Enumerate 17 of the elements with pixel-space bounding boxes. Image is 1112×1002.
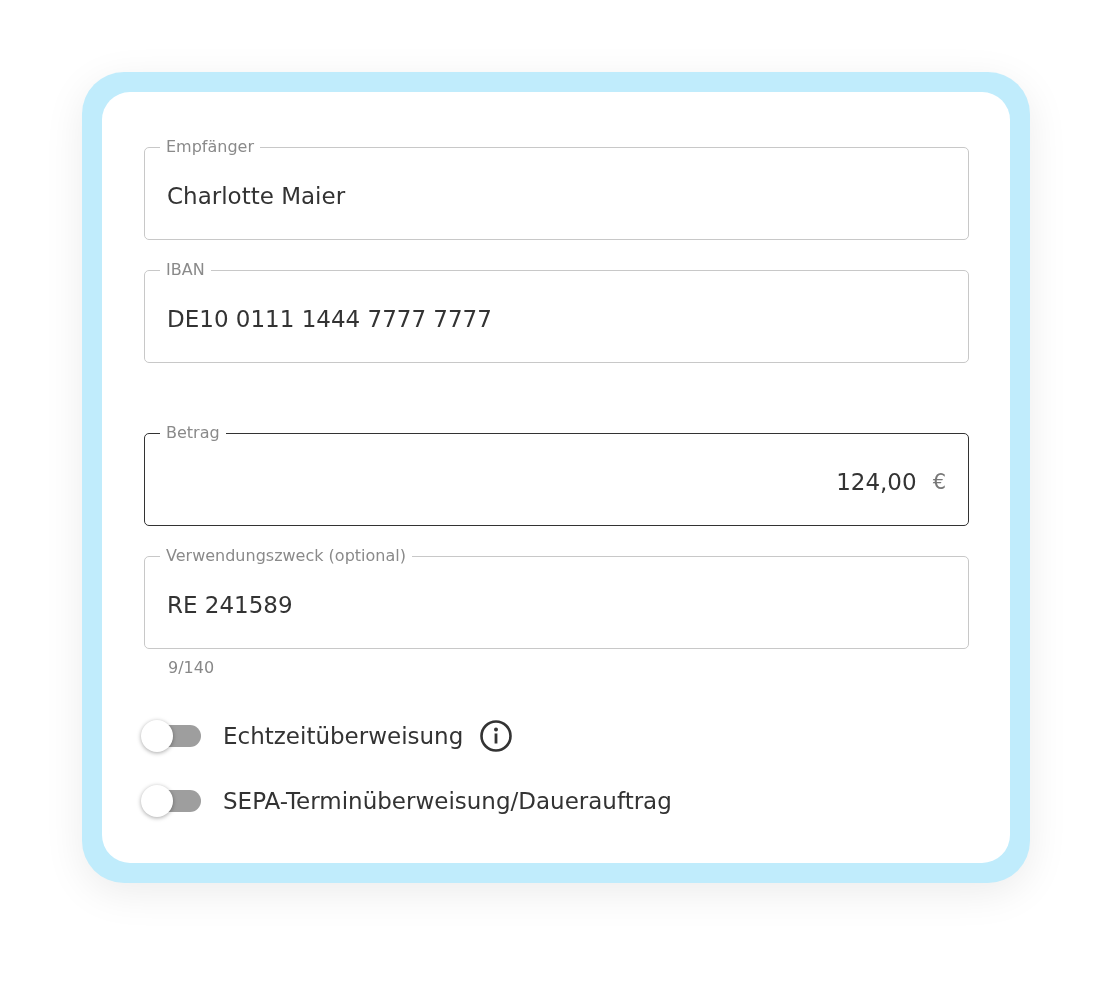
- field-label: IBAN: [165, 261, 206, 279]
- toggle-label: SEPA-Terminüberweisung/Dauerauftrag: [223, 787, 672, 814]
- character-counter: 9/140: [168, 658, 216, 677]
- input-field[interactable]: Verwendungszweck (optional) RE 241589: [144, 547, 969, 649]
- input-field[interactable]: Betrag 124,00 €: [144, 424, 969, 526]
- field-value: 124,00: [836, 469, 917, 495]
- currency-suffix: €: [932, 470, 946, 494]
- field-value: DE10 0111 1444 7777 7777: [167, 306, 492, 332]
- field-value: Charlotte Maier: [167, 183, 346, 209]
- field-value: RE 241589: [167, 592, 293, 618]
- field-label: Empfänger: [165, 138, 255, 156]
- input-field[interactable]: IBAN DE10 0111 1444 7777 7777: [144, 261, 969, 363]
- info-icon[interactable]: [479, 718, 514, 753]
- toggle-label: Echtzeitüberweisung: [223, 722, 464, 749]
- field-label: Betrag: [165, 424, 221, 442]
- input-field[interactable]: Empfänger Charlotte Maier: [144, 138, 969, 240]
- field-label: Verwendungszweck (optional): [165, 547, 407, 565]
